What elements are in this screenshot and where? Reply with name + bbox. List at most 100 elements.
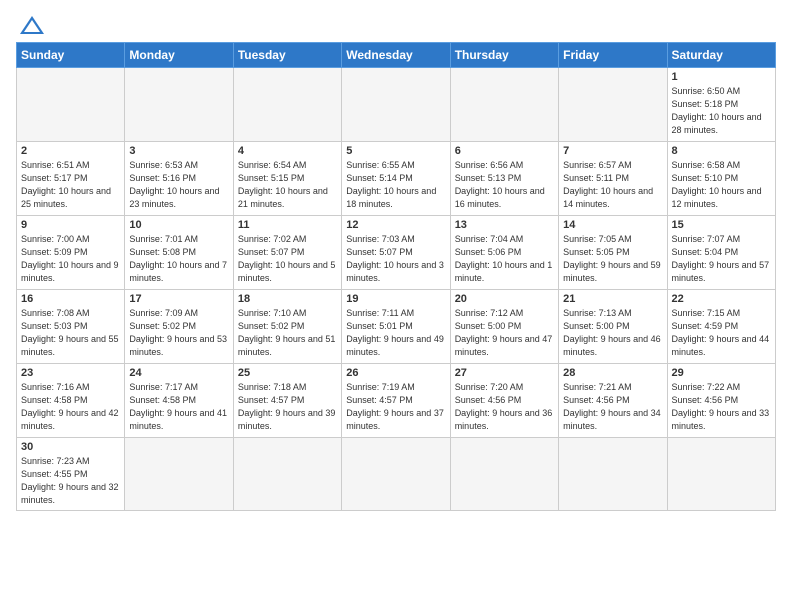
day-info: Sunrise: 7:18 AM Sunset: 4:57 PM Dayligh… <box>238 381 337 433</box>
day-info: Sunrise: 6:57 AM Sunset: 5:11 PM Dayligh… <box>563 159 662 211</box>
day-info: Sunrise: 7:17 AM Sunset: 4:58 PM Dayligh… <box>129 381 228 433</box>
day-info: Sunrise: 7:03 AM Sunset: 5:07 PM Dayligh… <box>346 233 445 285</box>
day-info: Sunrise: 6:51 AM Sunset: 5:17 PM Dayligh… <box>21 159 120 211</box>
day-cell: 9Sunrise: 7:00 AM Sunset: 5:09 PM Daylig… <box>17 216 125 290</box>
day-number: 19 <box>346 293 445 305</box>
calendar-table: SundayMondayTuesdayWednesdayThursdayFrid… <box>16 42 776 511</box>
day-info: Sunrise: 7:19 AM Sunset: 4:57 PM Dayligh… <box>346 381 445 433</box>
day-info: Sunrise: 7:20 AM Sunset: 4:56 PM Dayligh… <box>455 381 554 433</box>
page: SundayMondayTuesdayWednesdayThursdayFrid… <box>0 0 792 521</box>
weekday-header-friday: Friday <box>559 43 667 68</box>
day-cell: 29 Sunrise: 7:22 AM Sunset: 4:56 PM Dayli… <box>667 364 775 438</box>
week-row-1: 2 Sunrise: 6:51 AM Sunset: 5:17 PM Daylig… <box>17 142 776 216</box>
day-cell: 27 Sunrise: 7:20 AM Sunset: 4:56 PM Dayli… <box>450 364 558 438</box>
day-cell <box>559 438 667 511</box>
day-info: Sunrise: 7:09 AM Sunset: 5:02 PM Dayligh… <box>129 307 228 359</box>
day-info: Sunrise: 6:58 AM Sunset: 5:10 PM Dayligh… <box>672 159 771 211</box>
day-cell: 18 Sunrise: 7:10 AM Sunset: 5:02 PM Dayli… <box>233 290 341 364</box>
weekday-header-tuesday: Tuesday <box>233 43 341 68</box>
day-number: 22 <box>672 293 771 305</box>
day-cell <box>342 68 450 142</box>
day-cell <box>667 438 775 511</box>
day-number: 28 <box>563 367 662 379</box>
day-cell: 2 Sunrise: 6:51 AM Sunset: 5:17 PM Daylig… <box>17 142 125 216</box>
day-cell: 30 Sunrise: 7:23 AM Sunset: 4:55 PM Dayli… <box>17 438 125 511</box>
week-row-3: 16 Sunrise: 7:08 AM Sunset: 5:03 PM Dayli… <box>17 290 776 364</box>
day-cell <box>125 68 233 142</box>
day-number: 26 <box>346 367 445 379</box>
day-number: 14 <box>563 219 662 231</box>
day-cell: 3 Sunrise: 6:53 AM Sunset: 5:16 PM Daylig… <box>125 142 233 216</box>
day-cell: 8Sunrise: 6:58 AM Sunset: 5:10 PM Daylig… <box>667 142 775 216</box>
weekday-header-sunday: Sunday <box>17 43 125 68</box>
day-info: Sunrise: 7:23 AM Sunset: 4:55 PM Dayligh… <box>21 455 120 507</box>
day-info: Sunrise: 7:13 AM Sunset: 5:00 PM Dayligh… <box>563 307 662 359</box>
day-info: Sunrise: 7:22 AM Sunset: 4:56 PM Dayligh… <box>672 381 771 433</box>
day-cell <box>17 68 125 142</box>
week-row-2: 9Sunrise: 7:00 AM Sunset: 5:09 PM Daylig… <box>17 216 776 290</box>
weekday-header-thursday: Thursday <box>450 43 558 68</box>
day-number: 29 <box>672 367 771 379</box>
day-info: Sunrise: 6:56 AM Sunset: 5:13 PM Dayligh… <box>455 159 554 211</box>
day-number: 17 <box>129 293 228 305</box>
day-number: 7 <box>563 145 662 157</box>
day-cell: 14 Sunrise: 7:05 AM Sunset: 5:05 PM Dayli… <box>559 216 667 290</box>
day-number: 27 <box>455 367 554 379</box>
day-cell: 28 Sunrise: 7:21 AM Sunset: 4:56 PM Dayli… <box>559 364 667 438</box>
day-info: Sunrise: 7:02 AM Sunset: 5:07 PM Dayligh… <box>238 233 337 285</box>
day-cell: 1Sunrise: 6:50 AM Sunset: 5:18 PM Daylig… <box>667 68 775 142</box>
day-cell <box>233 438 341 511</box>
week-row-5: 30 Sunrise: 7:23 AM Sunset: 4:55 PM Dayli… <box>17 438 776 511</box>
day-number: 16 <box>21 293 120 305</box>
day-cell: 10 Sunrise: 7:01 AM Sunset: 5:08 PM Dayli… <box>125 216 233 290</box>
day-cell: 17 Sunrise: 7:09 AM Sunset: 5:02 PM Dayli… <box>125 290 233 364</box>
week-row-0: 1Sunrise: 6:50 AM Sunset: 5:18 PM Daylig… <box>17 68 776 142</box>
day-info: Sunrise: 7:21 AM Sunset: 4:56 PM Dayligh… <box>563 381 662 433</box>
day-info: Sunrise: 7:15 AM Sunset: 4:59 PM Dayligh… <box>672 307 771 359</box>
day-cell: 13Sunrise: 7:04 AM Sunset: 5:06 PM Dayli… <box>450 216 558 290</box>
day-number: 5 <box>346 145 445 157</box>
day-info: Sunrise: 7:07 AM Sunset: 5:04 PM Dayligh… <box>672 233 771 285</box>
day-number: 15 <box>672 219 771 231</box>
day-cell: 4 Sunrise: 6:54 AM Sunset: 5:15 PM Daylig… <box>233 142 341 216</box>
day-info: Sunrise: 6:50 AM Sunset: 5:18 PM Dayligh… <box>672 85 771 137</box>
day-cell: 6 Sunrise: 6:56 AM Sunset: 5:13 PM Daylig… <box>450 142 558 216</box>
weekday-header-row: SundayMondayTuesdayWednesdayThursdayFrid… <box>17 43 776 68</box>
day-cell <box>342 438 450 511</box>
day-cell: 12 Sunrise: 7:03 AM Sunset: 5:07 PM Dayli… <box>342 216 450 290</box>
day-number: 6 <box>455 145 554 157</box>
day-number: 30 <box>21 441 120 453</box>
logo <box>16 14 46 36</box>
day-number: 10 <box>129 219 228 231</box>
day-number: 3 <box>129 145 228 157</box>
day-info: Sunrise: 7:04 AM Sunset: 5:06 PM Dayligh… <box>455 233 554 285</box>
day-cell: 22 Sunrise: 7:15 AM Sunset: 4:59 PM Dayli… <box>667 290 775 364</box>
day-info: Sunrise: 7:10 AM Sunset: 5:02 PM Dayligh… <box>238 307 337 359</box>
day-cell: 21 Sunrise: 7:13 AM Sunset: 5:00 PM Dayli… <box>559 290 667 364</box>
day-number: 12 <box>346 219 445 231</box>
weekday-header-wednesday: Wednesday <box>342 43 450 68</box>
day-cell: 24Sunrise: 7:17 AM Sunset: 4:58 PM Dayli… <box>125 364 233 438</box>
day-info: Sunrise: 6:54 AM Sunset: 5:15 PM Dayligh… <box>238 159 337 211</box>
day-number: 18 <box>238 293 337 305</box>
day-info: Sunrise: 7:01 AM Sunset: 5:08 PM Dayligh… <box>129 233 228 285</box>
day-number: 20 <box>455 293 554 305</box>
day-cell: 5Sunrise: 6:55 AM Sunset: 5:14 PM Daylig… <box>342 142 450 216</box>
day-info: Sunrise: 7:05 AM Sunset: 5:05 PM Dayligh… <box>563 233 662 285</box>
day-cell <box>450 68 558 142</box>
day-info: Sunrise: 7:11 AM Sunset: 5:01 PM Dayligh… <box>346 307 445 359</box>
day-cell: 19 Sunrise: 7:11 AM Sunset: 5:01 PM Dayli… <box>342 290 450 364</box>
day-info: Sunrise: 7:16 AM Sunset: 4:58 PM Dayligh… <box>21 381 120 433</box>
logo-icon <box>18 14 46 36</box>
day-number: 4 <box>238 145 337 157</box>
day-info: Sunrise: 6:53 AM Sunset: 5:16 PM Dayligh… <box>129 159 228 211</box>
day-info: Sunrise: 7:08 AM Sunset: 5:03 PM Dayligh… <box>21 307 120 359</box>
header <box>16 10 776 36</box>
day-number: 2 <box>21 145 120 157</box>
day-number: 21 <box>563 293 662 305</box>
day-number: 9 <box>21 219 120 231</box>
day-cell: 25Sunrise: 7:18 AM Sunset: 4:57 PM Dayli… <box>233 364 341 438</box>
day-cell: 7 Sunrise: 6:57 AM Sunset: 5:11 PM Daylig… <box>559 142 667 216</box>
day-cell <box>450 438 558 511</box>
weekday-header-monday: Monday <box>125 43 233 68</box>
